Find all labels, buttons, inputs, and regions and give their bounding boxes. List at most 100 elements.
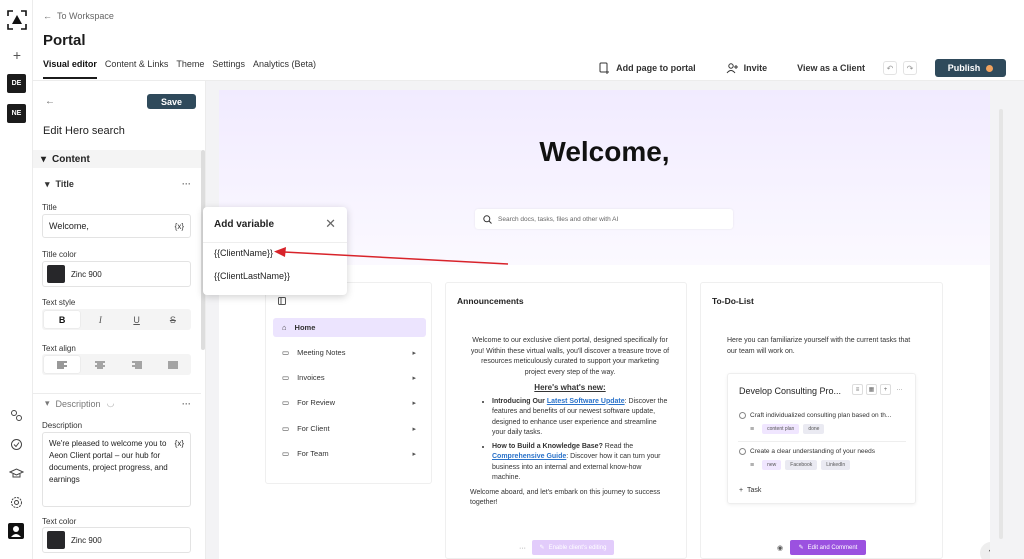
invite-button[interactable]: Invite [726,62,767,74]
underline-button[interactable]: U [119,309,155,330]
task-row[interactable]: Create a clear understanding of your nee… [739,448,875,455]
publish-button[interactable]: Publish [935,59,1006,77]
comprehensive-guide-link[interactable]: Comprehensive Guide [492,453,566,460]
sidebar-toggle-icon[interactable] [278,297,286,305]
edit-and-comment-label: Edit and Comment [807,544,858,551]
edit-and-comment-button[interactable]: ✎ Edit and Comment [790,540,866,555]
add-page-button[interactable]: Add page to portal [598,62,696,74]
description-textarea[interactable]: We're pleased to welcome you to Aeon Cli… [42,432,191,507]
text-align-group [42,354,191,375]
canvas-scrollbar[interactable] [999,109,1003,539]
tag-content-plan[interactable]: content plan [762,424,800,434]
italic-button[interactable]: I [82,309,118,330]
title-color-swatch [47,265,65,283]
latest-software-update-link[interactable]: Latest Software Update [547,398,625,405]
title-more-icon[interactable]: ··· [182,179,191,189]
tab-theme[interactable]: Theme [176,59,204,79]
enable-client-editing-label: Enable client's editing [548,544,607,551]
eye-icon[interactable]: ◉ [777,544,783,552]
align-left-icon [57,361,68,368]
pencil-icon: ✎ [539,545,545,551]
nav-item-for-review[interactable]: ▭ For Review ▸ [273,393,426,412]
tag-new[interactable]: new [762,460,782,470]
nav-item-label: For Review [297,398,336,407]
text-color-picker[interactable]: Zinc 900 [42,527,191,553]
nav-item-label: Home [294,323,316,332]
app-window: + DE NE ← To Workspace Portal Visual edi… [0,0,1024,559]
description-more-icon[interactable]: ··· [182,399,191,409]
academy-icon[interactable] [9,466,24,481]
align-right-button[interactable] [119,354,155,375]
panel-back-icon[interactable]: ← [45,96,55,107]
content-section-header[interactable]: ▾ Content [33,150,201,168]
nav-item-for-client[interactable]: ▭ For Client ▸ [273,419,426,438]
title-group-header[interactable]: ▾ Title ··· [33,177,201,191]
hero-search-input[interactable]: Search docs, tasks, files and other with… [475,209,733,229]
insert-variable-icon[interactable]: {x} [175,222,184,231]
tab-settings[interactable]: Settings [212,59,245,79]
add-task-icon[interactable]: + [880,384,891,395]
back-to-workspace-link[interactable]: ← To Workspace [43,11,114,21]
tag-linkedin[interactable]: LinkedIn [821,460,851,470]
list-view-icon[interactable]: ≡ [852,384,863,395]
save-button[interactable]: Save [147,94,196,109]
caret-down-icon: ▾ [45,398,50,408]
align-left-button[interactable] [44,356,81,373]
home-icon: ⌂ [282,323,287,332]
nav-item-meeting-notes[interactable]: ▭ Meeting Notes ▸ [273,343,426,362]
text-style-group: B I U S [42,309,191,330]
task-row[interactable]: Craft individualized consulting plan bas… [739,412,891,419]
announcements-card[interactable]: Announcements Welcome to our exclusive c… [445,282,687,559]
nav-item-invoices[interactable]: ▭ Invoices ▸ [273,368,426,387]
nav-item-home[interactable]: ⌂ Home [273,318,426,337]
align-center-button[interactable] [82,354,118,375]
integrations-icon[interactable] [9,437,24,452]
task-checkbox[interactable] [739,412,746,419]
help-icon[interactable]: ? [980,542,990,559]
more-options-icon[interactable]: ··· [894,384,905,395]
title-input[interactable]: Welcome, {x} [42,214,191,238]
top-actions: Add page to portal Invite View as a Clie… [568,59,1006,77]
close-icon[interactable]: ✕ [325,216,336,232]
add-task-button[interactable]: + Task [739,487,761,494]
panel-title: Edit Hero search [43,125,125,137]
add-page-icon [599,62,610,74]
tab-analytics[interactable]: Analytics (Beta) [253,59,316,79]
tab-content-links[interactable]: Content & Links [105,59,169,79]
announcements-more-icon[interactable]: ··· [519,545,526,552]
calendar-view-icon[interactable]: ▦ [866,384,877,395]
variable-option-client-last-name[interactable]: {{ClientLastName}} [214,271,290,281]
bold-button[interactable]: B [44,311,81,328]
redo-icon[interactable]: ↷ [903,61,917,75]
task-label: Create a clear understanding of your nee… [750,448,876,455]
tag-facebook[interactable]: Facebook [785,460,818,470]
enable-client-editing-button[interactable]: ✎ Enable client's editing [532,540,614,555]
view-as-client-button[interactable]: View as a Client [797,63,865,73]
undo-icon[interactable]: ↶ [883,61,897,75]
description-group-header[interactable]: ▾ Description ◡ ··· [33,393,201,413]
align-justify-button[interactable] [155,354,191,375]
variable-option-client-name[interactable]: {{ClientName}} [214,248,273,258]
popover-divider [203,242,347,243]
users-icon[interactable] [9,408,24,423]
user-avatar-icon[interactable] [8,523,24,539]
add-workspace-icon[interactable]: + [10,47,24,63]
hidden-eye-icon[interactable]: ◡ [107,398,115,409]
task-checkbox[interactable] [739,448,746,455]
app-logo-icon[interactable] [7,10,27,30]
task-list-title[interactable]: Develop Consulting Pro... [739,386,841,396]
announcement-item: How to Build a Knowledge Base? Read the … [492,442,670,484]
tab-visual-editor[interactable]: Visual editor [43,59,97,79]
settings-gear-icon[interactable] [9,495,24,510]
nav-item-for-team[interactable]: ▭ For Team ▸ [273,444,426,463]
invite-user-icon [726,63,738,74]
strikethrough-button[interactable]: S [155,309,191,330]
workspace-de[interactable]: DE [7,74,26,93]
title-color-picker[interactable]: Zinc 900 [42,261,191,287]
workspace-ne[interactable]: NE [7,104,26,123]
tag-done[interactable]: done [803,424,825,434]
add-page-label: Add page to portal [616,63,696,73]
add-task-label: Task [746,487,762,494]
insert-variable-icon[interactable]: {x} [175,438,184,450]
todo-list-card[interactable]: To-Do-List Here you can familiarize your… [700,282,943,559]
